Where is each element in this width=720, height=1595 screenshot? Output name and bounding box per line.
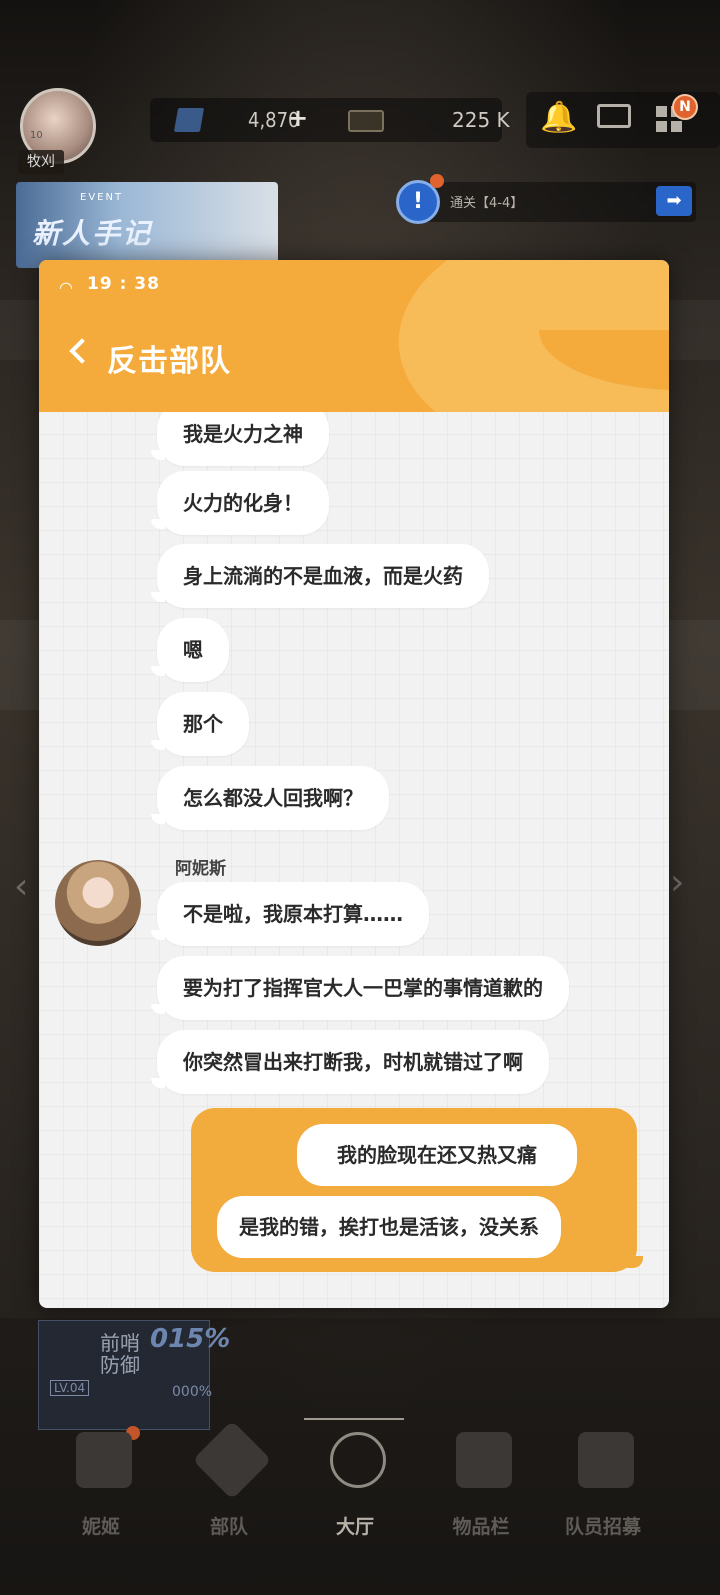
player-name: 牧刈 bbox=[18, 150, 64, 174]
credit-icon bbox=[348, 110, 384, 132]
defense-percent-2: 000% bbox=[172, 1384, 213, 1400]
gem-icon bbox=[173, 108, 205, 132]
reply-option[interactable]: 我的脸现在还又热又痛 bbox=[297, 1124, 577, 1186]
mail-icon[interactable] bbox=[597, 104, 631, 128]
nav-item-nikke[interactable]: 妮姬 bbox=[46, 1428, 156, 1548]
mission-go-button[interactable]: ➡ bbox=[656, 186, 692, 216]
chevron-left-icon[interactable]: ‹ bbox=[14, 866, 28, 907]
bell-icon[interactable]: 🔔 bbox=[540, 100, 577, 135]
player-level: 10 bbox=[30, 130, 43, 141]
nav-item-recruit[interactable]: 队员招募 bbox=[548, 1428, 658, 1548]
nav-label: 物品栏 bbox=[452, 1516, 510, 1538]
credit-count: 225 K bbox=[452, 108, 510, 132]
squad-icon bbox=[192, 1420, 272, 1500]
wifi-icon: ◠ bbox=[59, 278, 73, 297]
nav-label: 部队 bbox=[209, 1516, 248, 1538]
inventory-icon bbox=[456, 1432, 512, 1488]
nav-label: 大厅 bbox=[335, 1516, 374, 1538]
sender-name: 阿妮斯 bbox=[175, 859, 226, 879]
chat-message: 你突然冒出来打断我，时机就错过了啊 bbox=[151, 1030, 549, 1094]
event-tag: EVENT bbox=[80, 192, 124, 203]
chat-message: 火力的化身！ bbox=[151, 471, 329, 535]
back-chevron-icon[interactable] bbox=[69, 338, 95, 364]
lobby-icon bbox=[330, 1432, 386, 1488]
chat-message: 嗯 bbox=[151, 618, 229, 682]
chevron-right-icon[interactable]: › bbox=[670, 862, 684, 903]
defense-title: 前哨防御 bbox=[100, 1331, 140, 1377]
chat-message: 我是火力之神 bbox=[151, 402, 329, 466]
status-time: 19 : 38 bbox=[87, 274, 160, 294]
chat-message: 那个 bbox=[151, 692, 249, 756]
notification-dot bbox=[430, 174, 444, 188]
add-gem-button[interactable]: + bbox=[288, 104, 308, 132]
chat-message: 怎么都没人回我啊？ bbox=[151, 766, 389, 830]
nav-active-indicator bbox=[304, 1418, 404, 1420]
defense-level: LV.04 bbox=[50, 1380, 90, 1396]
chat-title: 反击部队 bbox=[107, 344, 231, 379]
nikke-icon bbox=[76, 1432, 132, 1488]
recruit-icon bbox=[578, 1432, 634, 1488]
nav-item-inventory[interactable]: 物品栏 bbox=[426, 1428, 536, 1548]
defense-percent: 015% bbox=[150, 1324, 231, 1354]
new-badge: N bbox=[672, 94, 698, 120]
resource-bar bbox=[150, 98, 502, 142]
mission-text: 通关【4-4】 bbox=[450, 196, 524, 211]
sender-avatar[interactable] bbox=[55, 860, 141, 946]
event-title: 新人手记 bbox=[32, 217, 153, 250]
chat-message: 不是啦，我原本打算…… bbox=[151, 882, 429, 946]
chat-message: 要为打了指挥官大人一巴掌的事情道歉的 bbox=[151, 956, 569, 1020]
chat-header: ◠ 19 : 38 反击部队 bbox=[39, 260, 669, 412]
nav-item-squad[interactable]: 部队 bbox=[174, 1420, 284, 1548]
chat-window: ◠ 19 : 38 反击部队 我是火力之神 火力的化身！ 身上流淌的不是血液，而… bbox=[39, 260, 669, 1308]
reply-option[interactable]: 是我的错，挨打也是活该，没关系 bbox=[217, 1196, 561, 1258]
nav-label: 队员招募 bbox=[564, 1516, 641, 1538]
nav-label: 妮姬 bbox=[81, 1516, 120, 1538]
chat-message: 身上流淌的不是血液，而是火药 bbox=[151, 544, 489, 608]
nav-item-lobby[interactable]: 大厅 bbox=[300, 1428, 410, 1548]
